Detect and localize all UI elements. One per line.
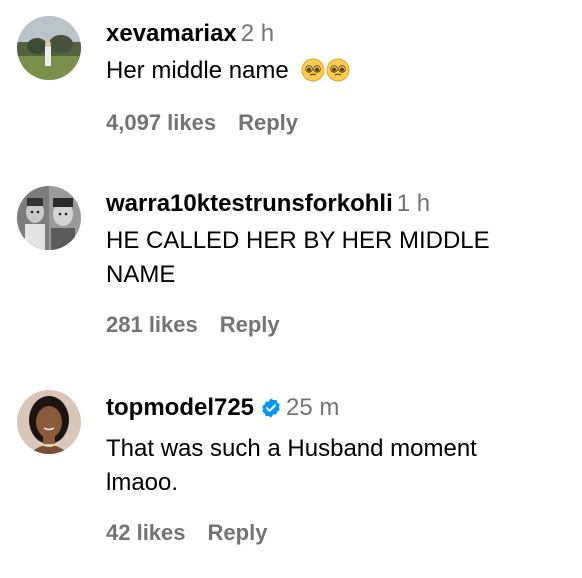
timestamp: 25 m (286, 394, 340, 421)
reply-button[interactable]: Reply (208, 520, 268, 545)
comment-item: xevamariax 2 h Her middle name 4,097 lik… (0, 0, 582, 160)
comment-actions: 42 likes Reply (106, 520, 562, 546)
comment-text: That was such a Husband moment lmaoo. (106, 432, 562, 500)
reply-button[interactable]: Reply (238, 110, 298, 135)
comment-text-content: Her middle name (106, 57, 289, 84)
comment-meta: warra10ktestrunsforkohli 1 h (106, 188, 562, 220)
username[interactable]: xevamariax (106, 20, 237, 47)
comment-body: xevamariax 2 h Her middle name 4,097 lik… (106, 18, 562, 136)
comment-item: warra10ktestrunsforkohli 1 h HE CALLED HE… (0, 170, 582, 360)
likes-count[interactable]: 281 likes (106, 312, 198, 337)
likes-count[interactable]: 42 likes (106, 520, 186, 545)
comment-actions: 4,097 likes Reply (106, 110, 562, 136)
comment-text-line: That was such a Husband moment (106, 435, 477, 462)
avatar-photo-icon (17, 186, 81, 250)
comment-body: topmodel725 25 m That was such a Husband… (106, 392, 562, 546)
timestamp: 2 h (240, 20, 275, 47)
reply-button[interactable]: Reply (220, 312, 280, 337)
avatar-photo-icon (17, 390, 81, 454)
likes-count[interactable]: 4,097 likes (106, 110, 216, 135)
avatar[interactable] (17, 186, 81, 250)
comment-body: warra10ktestrunsforkohli 1 h HE CALLED HE… (106, 188, 562, 338)
timestamp: 1 h (396, 190, 431, 217)
pleading-face-emoji-icon (301, 58, 325, 92)
comment-text-line: HE CALLED HER BY HER MIDDLE (106, 227, 490, 254)
comment-actions: 281 likes Reply (106, 312, 562, 338)
comment-text-line: lmaoo. (106, 469, 179, 496)
comment-meta: xevamariax 2 h (106, 18, 562, 50)
avatar-photo-icon (17, 16, 81, 80)
avatar[interactable] (17, 390, 81, 454)
verified-badge-icon (260, 396, 282, 428)
comment-text: Her middle name (106, 54, 562, 92)
comment-text-line: NAME (106, 261, 176, 288)
avatar[interactable] (17, 16, 81, 80)
pleading-face-emoji-icon (326, 58, 350, 92)
comment-meta: topmodel725 25 m (106, 392, 562, 428)
username[interactable]: topmodel725 (106, 394, 254, 421)
comment-item: topmodel725 25 m That was such a Husband… (0, 374, 582, 574)
username[interactable]: warra10ktestrunsforkohli (106, 190, 393, 217)
comment-text: HE CALLED HER BY HER MIDDLE NAME (106, 224, 562, 292)
